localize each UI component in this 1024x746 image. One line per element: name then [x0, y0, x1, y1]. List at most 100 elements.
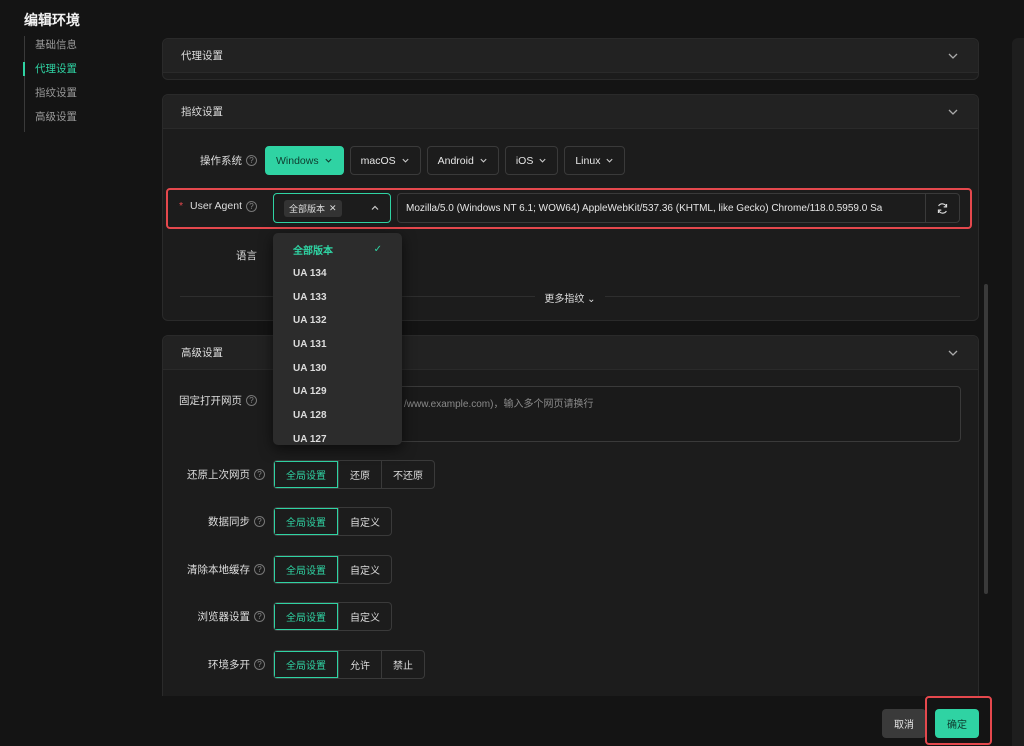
clear-cache-label: 清除本地缓存 — [187, 564, 250, 576]
chevron-down-icon[interactable] — [946, 346, 960, 360]
help-icon[interactable]: ? — [246, 395, 257, 406]
help-icon[interactable]: ? — [246, 155, 257, 166]
restore-option-no-restore[interactable]: 不还原 — [381, 461, 434, 488]
restore-row: 还原上次网页 ? 全局设置 还原 不还原 — [140, 460, 435, 489]
ua-option-130[interactable]: UA 130 — [273, 356, 402, 380]
sync-label: 数据同步 — [208, 516, 250, 528]
ua-version-tag: 全部版本 ✕ — [284, 199, 342, 217]
user-agent-label-row: * User Agent ? — [155, 200, 265, 212]
user-agent-label-wrap: * User Agent ? — [155, 200, 265, 212]
chevron-down-icon — [402, 158, 409, 163]
help-icon[interactable]: ? — [254, 516, 265, 527]
ua-version-select[interactable]: 全部版本 ✕ — [273, 193, 391, 223]
browser-settings-label-wrap: 浏览器设置 ? — [140, 609, 273, 624]
chevron-down-icon: ⌄ — [584, 294, 596, 305]
browser-option-custom[interactable]: 自定义 — [338, 603, 391, 630]
proxy-panel-header[interactable]: 代理设置 — [163, 39, 978, 73]
ua-option-131[interactable]: UA 131 — [273, 333, 402, 357]
sidebar-item-fingerprint[interactable]: 指纹设置 — [25, 84, 77, 108]
restore-label: 还原上次网页 — [187, 469, 250, 481]
restore-option-global[interactable]: 全局设置 — [274, 461, 338, 488]
ua-option-134[interactable]: UA 134 — [273, 262, 402, 286]
more-fingerprint-label: 更多指纹 — [544, 294, 585, 305]
os-label: 操作系统 — [200, 155, 242, 167]
fingerprint-panel-title: 指纹设置 — [181, 106, 223, 118]
restore-label-wrap: 还原上次网页 ? — [140, 467, 273, 482]
chevron-down-icon — [539, 158, 546, 163]
sync-segmented: 全局设置 自定义 — [273, 507, 392, 536]
multi-open-label-wrap: 环境多开 ? — [140, 657, 273, 672]
clear-cache-option-global[interactable]: 全局设置 — [274, 556, 338, 583]
language-label: 语言 — [236, 250, 257, 262]
os-option-android[interactable]: Android — [426, 146, 499, 175]
chevron-up-icon[interactable] — [370, 203, 380, 213]
sync-option-global[interactable]: 全局设置 — [274, 508, 338, 535]
multi-open-row: 环境多开 ? 全局设置 允许 禁止 — [140, 650, 425, 679]
restore-option-restore[interactable]: 还原 — [338, 461, 381, 488]
user-agent-field[interactable]: Mozilla/5.0 (Windows NT 6.1; WOW64) Appl… — [397, 193, 960, 223]
fixed-pages-label-wrap: 固定打开网页 ? — [140, 393, 265, 408]
fixed-pages-label: 固定打开网页 — [179, 395, 242, 407]
os-option-label: iOS — [515, 154, 534, 167]
clear-cache-option-custom[interactable]: 自定义 — [338, 556, 391, 583]
fixed-pages-row: 固定打开网页 ? — [140, 393, 265, 408]
user-agent-value[interactable]: Mozilla/5.0 (Windows NT 6.1; WOW64) Appl… — [398, 203, 925, 214]
chevron-down-icon — [325, 158, 332, 163]
browser-option-global[interactable]: 全局设置 — [274, 603, 338, 630]
language-row: 语言 — [155, 248, 265, 263]
ua-option-all[interactable]: 全部版本 ✓ — [273, 238, 402, 262]
help-icon[interactable]: ? — [246, 200, 257, 212]
help-icon[interactable]: ? — [254, 564, 265, 575]
ua-option-128[interactable]: UA 128 — [273, 404, 402, 428]
sidebar-item-basic-info[interactable]: 基础信息 — [25, 36, 77, 60]
sync-option-custom[interactable]: 自定义 — [338, 508, 391, 535]
sync-row: 数据同步 ? 全局设置 自定义 — [140, 507, 392, 536]
multi-open-label: 环境多开 — [208, 659, 250, 671]
ua-option-127[interactable]: UA 127 — [273, 428, 402, 446]
multi-open-option-allow[interactable]: 允许 — [338, 651, 381, 678]
sidebar-item-advanced[interactable]: 高级设置 — [25, 108, 77, 132]
help-icon[interactable]: ? — [254, 611, 265, 622]
ua-option-label: 全部版本 — [293, 246, 333, 258]
dialog-title: 编辑环境 — [24, 12, 80, 28]
help-icon[interactable]: ? — [254, 659, 265, 670]
confirm-button[interactable]: 确定 — [935, 709, 979, 738]
proxy-panel: 代理设置 — [162, 38, 979, 80]
check-icon: ✓ — [373, 244, 382, 256]
refresh-button[interactable] — [925, 194, 959, 222]
multi-open-option-deny[interactable]: 禁止 — [381, 651, 424, 678]
help-icon[interactable]: ? — [254, 469, 265, 480]
sync-label-wrap: 数据同步 ? — [140, 514, 273, 529]
sidebar-item-proxy[interactable]: 代理设置 — [23, 60, 77, 84]
browser-settings-label: 浏览器设置 — [197, 611, 251, 623]
ua-option-133[interactable]: UA 133 — [273, 285, 402, 309]
chevron-down-icon — [606, 158, 614, 163]
chevron-down-icon[interactable] — [946, 49, 960, 63]
fingerprint-panel-header[interactable]: 指纹设置 — [163, 95, 978, 129]
os-option-linux[interactable]: Linux — [564, 146, 626, 175]
scrollbar[interactable] — [984, 284, 988, 594]
cancel-button[interactable]: 取消 — [882, 709, 926, 738]
ua-version-tag-label: 全部版本 — [289, 203, 326, 214]
os-option-label: Android — [437, 154, 474, 167]
user-agent-label: User Agent — [190, 200, 242, 212]
restore-segmented: 全局设置 还原 不还原 — [273, 460, 435, 489]
os-option-windows[interactable]: Windows — [265, 146, 344, 175]
refresh-icon — [937, 202, 948, 214]
browser-settings-segmented: 全局设置 自定义 — [273, 602, 392, 631]
ua-option-129[interactable]: UA 129 — [273, 380, 402, 404]
multi-open-segmented: 全局设置 允许 禁止 — [273, 650, 425, 679]
advanced-panel-title: 高级设置 — [181, 347, 223, 359]
browser-settings-row: 浏览器设置 ? 全局设置 自定义 — [140, 602, 392, 631]
multi-open-option-global[interactable]: 全局设置 — [274, 651, 338, 678]
chevron-down-icon — [480, 158, 487, 163]
required-mark: * — [178, 200, 184, 212]
close-icon[interactable]: ✕ — [329, 203, 337, 214]
os-option-macos[interactable]: macOS — [349, 146, 421, 175]
clear-cache-row: 清除本地缓存 ? 全局设置 自定义 — [140, 555, 392, 584]
os-option-ios[interactable]: iOS — [504, 146, 559, 175]
ua-option-132[interactable]: UA 132 — [273, 309, 402, 333]
side-nav: 基础信息 代理设置 指纹设置 高级设置 — [23, 36, 77, 132]
chevron-down-icon[interactable] — [946, 105, 960, 119]
clear-cache-segmented: 全局设置 自定义 — [273, 555, 392, 584]
